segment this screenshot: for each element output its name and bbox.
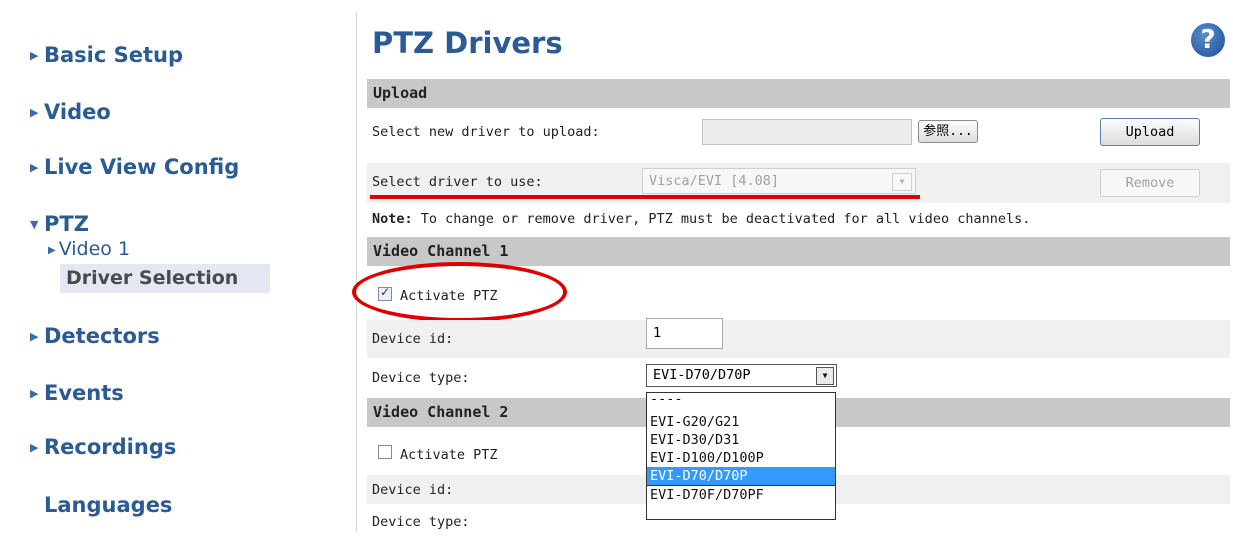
sidebar-item-label: Recordings (44, 435, 177, 459)
driver-select[interactable]: Visca/EVI [4.08] ▼ (642, 168, 916, 194)
sidebar-item-recordings[interactable]: ▶ Recordings (30, 435, 176, 459)
caret-right-icon: ▶ (30, 106, 39, 119)
sidebar-item-label: Video (44, 100, 111, 124)
caret-right-icon: ▶ (30, 441, 39, 454)
sidebar-item-label: Events (44, 381, 124, 405)
select-new-driver-label: Select new driver to upload: (372, 124, 600, 140)
caret-right-icon: ▶ (30, 49, 39, 62)
dropdown-option[interactable]: EVI-D100/D100P (647, 449, 835, 467)
sidebar-item-label: Languages (44, 493, 173, 517)
ch2-device-id-label: Device id: (372, 482, 454, 498)
sidebar-item-live-view-config[interactable]: ▶ Live View Config (30, 155, 239, 179)
chevron-down-icon: ▼ (892, 173, 912, 191)
sidebar-divider (356, 12, 357, 532)
sidebar-item-languages[interactable]: Languages (44, 493, 172, 517)
remove-button[interactable]: Remove (1100, 169, 1200, 197)
page-title: PTZ Drivers (372, 26, 563, 60)
dropdown-option[interactable]: EVI-D70F/D70PF (647, 485, 835, 504)
sidebar-item-basic-setup[interactable]: ▶ Basic Setup (30, 43, 183, 67)
sidebar-item-ptz[interactable]: ▼ PTZ (30, 212, 89, 236)
sidebar-item-label: Basic Setup (44, 43, 184, 67)
device-type-dropdown-list[interactable]: ---- EVI-G20/G21 EVI-D30/D31 EVI-D100/D1… (646, 392, 836, 520)
ch1-device-type-value: EVI-D70/D70P (653, 367, 751, 383)
sidebar-item-events[interactable]: ▶ Events (30, 381, 124, 405)
dropdown-option[interactable]: EVI-D30/D31 (647, 431, 835, 449)
upload-row: Select new driver to upload: 参照... Uploa… (367, 112, 1230, 152)
sidebar-item-video[interactable]: ▶ Video (30, 100, 111, 124)
ch2-activate-checkbox[interactable] (378, 445, 392, 459)
caret-down-icon: ▼ (30, 218, 39, 231)
video-channel-1-header: Video Channel 1 (367, 237, 1230, 266)
dropdown-option-selected[interactable]: EVI-D70/D70P (647, 467, 835, 485)
sidebar-item-label: Detectors (44, 324, 160, 348)
sidebar-subitem-video-1[interactable]: ▶ Video 1 (48, 238, 130, 260)
select-driver-label: Select driver to use: (372, 174, 543, 190)
sidebar-subitem-driver-selection[interactable]: Driver Selection (60, 264, 270, 293)
note-message: To change or remove driver, PTZ must be … (412, 211, 1031, 227)
caret-right-icon: ▶ (48, 245, 56, 256)
note-text: Note: To change or remove driver, PTZ mu… (372, 211, 1030, 227)
chevron-down-icon: ▼ (816, 367, 834, 385)
ch1-device-type-select[interactable]: EVI-D70/D70P ▼ (646, 364, 837, 387)
red-circle-annotation (352, 262, 567, 322)
red-underline-annotation (370, 195, 920, 199)
help-icon[interactable]: ? (1191, 23, 1225, 57)
ch1-device-type-label: Device type: (372, 370, 470, 386)
upload-section-header: Upload (367, 79, 1230, 108)
driver-select-value: Visca/EVI [4.08] (649, 173, 780, 189)
ch1-device-id-row: Device id: 1 (367, 318, 1230, 358)
caret-right-icon: ▶ (30, 161, 39, 174)
caret-right-icon: ▶ (30, 387, 39, 400)
sidebar-item-label: PTZ (44, 212, 89, 236)
sidebar-subitem-label: Driver Selection (66, 267, 239, 289)
upload-button[interactable]: Upload (1100, 118, 1200, 146)
browse-button[interactable]: 参照... (918, 120, 978, 143)
sidebar-item-detectors[interactable]: ▶ Detectors (30, 324, 160, 348)
ch1-device-type-row: Device type: EVI-D70/D70P ▼ (367, 361, 1230, 393)
dropdown-option[interactable]: EVI-G20/G21 (647, 413, 835, 431)
dropdown-option[interactable]: ---- (647, 392, 835, 409)
ch2-activate-label: Activate PTZ (400, 447, 498, 463)
sidebar-subitem-label: Video 1 (58, 238, 131, 260)
ch2-device-type-label: Device type: (372, 514, 470, 530)
note-label: Note: (372, 211, 413, 227)
caret-right-icon: ▶ (30, 330, 39, 343)
ch1-device-id-input[interactable]: 1 (646, 318, 723, 349)
upload-file-field[interactable] (702, 119, 912, 145)
sidebar-item-label: Live View Config (44, 155, 240, 179)
ch1-device-id-label: Device id: (372, 331, 454, 347)
